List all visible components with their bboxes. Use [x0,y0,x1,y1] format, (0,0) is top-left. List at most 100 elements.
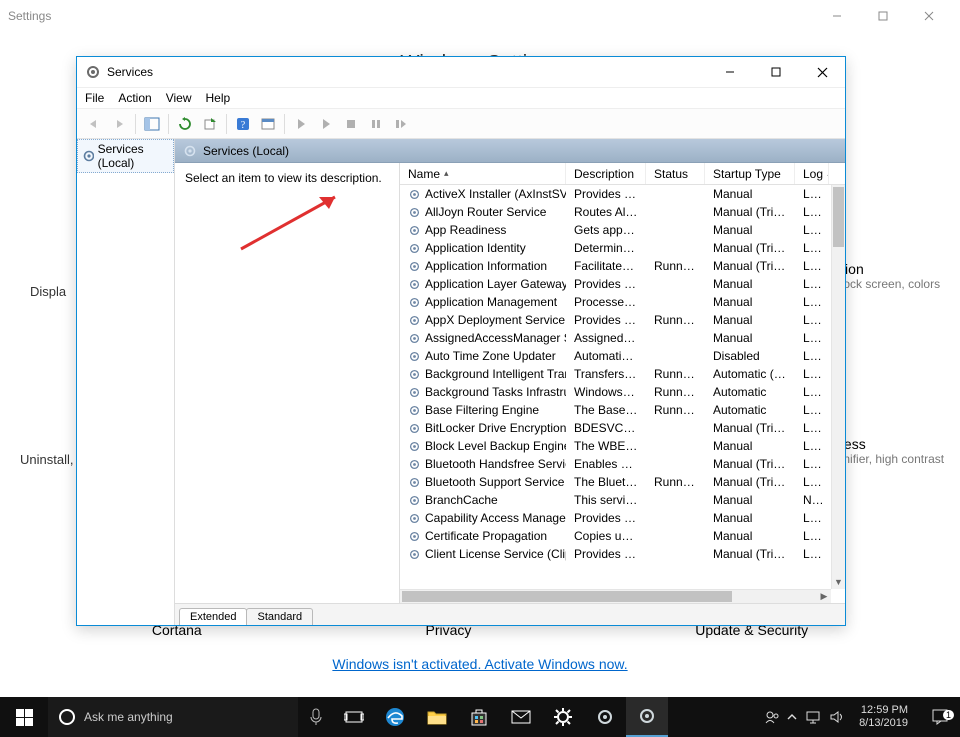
services-taskbar-button-1[interactable] [584,697,626,737]
tree-root-item[interactable]: Services (Local) [77,139,174,173]
table-row[interactable]: Background Intelligent Tran...Transfers … [400,365,831,383]
search-placeholder: Ask me anything [84,710,173,724]
table-row[interactable]: Block Level Backup Engine ...The WBENG..… [400,437,831,455]
table-row[interactable]: Certificate PropagationCopies user ...Ma… [400,527,831,545]
cell-status: Running [646,475,705,489]
scroll-right-button[interactable]: ▶ [817,590,831,603]
cell-startup: Manual [705,439,795,453]
taskbar-search[interactable]: Ask me anything [48,697,298,737]
maximize-button[interactable] [860,1,906,31]
network-icon[interactable] [805,710,821,724]
vscroll-thumb[interactable] [833,187,844,247]
cell-name: AssignedAccessManager Se... [400,331,566,345]
refresh-button[interactable] [174,113,196,135]
table-row[interactable]: BitLocker Drive Encryption ...BDESVC hos… [400,419,831,437]
start-service-button-2[interactable] [315,113,337,135]
cell-name: Bluetooth Support Service [400,475,566,489]
col-status[interactable]: Status [646,163,705,184]
hscroll-thumb[interactable] [402,591,732,602]
back-button[interactable] [83,113,105,135]
activate-windows-link[interactable]: Windows isn't activated. Activate Window… [332,656,627,672]
close-button[interactable] [906,1,952,31]
services-taskbar-button-2[interactable] [626,697,668,737]
settings-button[interactable] [542,697,584,737]
horizontal-scrollbar[interactable]: ◀ ▶ [400,589,831,603]
cell-logon: Loc [795,439,829,453]
cell-logon: Loc [795,421,829,435]
microphone-button[interactable] [298,708,334,726]
start-button[interactable] [0,697,48,737]
services-maximize-button[interactable] [753,58,799,86]
minimize-button[interactable] [814,1,860,31]
table-row[interactable]: Application InformationFacilitates t...R… [400,257,831,275]
table-row[interactable]: Application ManagementProcesses in...Man… [400,293,831,311]
table-row[interactable]: Base Filtering EngineThe Base Fil...Runn… [400,401,831,419]
cell-desc: Enables wir... [566,457,646,471]
notification-badge: 1 [943,710,954,720]
help-button[interactable]: ? [232,113,254,135]
menu-help[interactable]: Help [206,91,231,105]
table-row[interactable]: Capability Access Manager ...Provides fa… [400,509,831,527]
cell-logon: Loc [795,295,829,309]
table-row[interactable]: Background Tasks Infrastru...Windows in.… [400,383,831,401]
vertical-scrollbar[interactable]: ▲ ▼ [831,185,845,589]
export-list-button[interactable] [199,113,221,135]
cell-startup: Automatic (D... [705,367,795,381]
table-row[interactable]: Bluetooth Support ServiceThe Bluetoo...R… [400,473,831,491]
menu-action[interactable]: Action [118,91,151,105]
tray-expand-icon[interactable] [787,712,797,722]
services-titlebar[interactable]: Services [77,57,845,87]
tab-standard[interactable]: Standard [246,608,313,625]
menu-file[interactable]: File [85,91,104,105]
table-row[interactable]: Application IdentityDetermines ...Manual… [400,239,831,257]
cell-startup: Manual [705,223,795,237]
col-startup[interactable]: Startup Type [705,163,795,184]
pause-service-button[interactable] [365,113,387,135]
tab-extended[interactable]: Extended [179,608,247,625]
services-heading: Services (Local) [203,144,289,158]
cell-desc: Provides inf... [566,313,646,327]
table-row[interactable]: Application Layer Gateway ...Provides su… [400,275,831,293]
edge-button[interactable] [374,697,416,737]
cell-name: Base Filtering Engine [400,403,566,417]
cell-logon: Loc [795,403,829,417]
action-center-button[interactable]: 1 [920,708,960,726]
col-logon[interactable]: Log˄ [795,163,829,184]
table-row[interactable]: AssignedAccessManager Se...AssignedAc...… [400,329,831,347]
col-name[interactable]: Name▴ [400,163,566,184]
store-button[interactable] [458,697,500,737]
table-row[interactable]: ActiveX Installer (AxInstSV)Provides Us.… [400,185,831,203]
forward-button[interactable] [108,113,130,135]
services-close-button[interactable] [799,58,845,86]
cell-desc: Provides Us... [566,187,646,201]
col-desc[interactable]: Description [566,163,646,184]
volume-icon[interactable] [829,710,845,724]
menu-view[interactable]: View [166,91,192,105]
settings-titlebar: Settings [0,0,960,32]
table-row[interactable]: BranchCacheThis service ...ManualNet [400,491,831,509]
table-row[interactable]: Bluetooth Handsfree ServiceEnables wir..… [400,455,831,473]
cell-startup: Automatic [705,403,795,417]
table-row[interactable]: Auto Time Zone UpdaterAutomatica...Disab… [400,347,831,365]
cell-logon: Loc [795,187,829,201]
cell-name: Block Level Backup Engine ... [400,439,566,453]
stop-service-button[interactable] [340,113,362,135]
table-row[interactable]: App ReadinessGets apps re...ManualLoc [400,221,831,239]
services-minimize-button[interactable] [707,58,753,86]
table-row[interactable]: Client License Service (ClipS...Provides… [400,545,831,563]
scroll-down-button[interactable]: ▼ [832,575,845,589]
mail-button[interactable] [500,697,542,737]
restart-service-button[interactable] [390,113,412,135]
start-service-button[interactable] [290,113,312,135]
show-hide-tree-button[interactable] [141,113,163,135]
people-icon[interactable] [765,710,779,724]
settings-label-uninstall: Uninstall, [20,452,73,467]
table-row[interactable]: AppX Deployment Service (...Provides inf… [400,311,831,329]
cell-startup: Automatic [705,385,795,399]
table-row[interactable]: AllJoyn Router ServiceRoutes AllJo...Man… [400,203,831,221]
properties-button[interactable] [257,113,279,135]
cell-name: Application Management [400,295,566,309]
task-view-button[interactable] [334,709,374,725]
explorer-button[interactable] [416,697,458,737]
taskbar-clock[interactable]: 12:59 PM 8/13/2019 [853,704,914,730]
